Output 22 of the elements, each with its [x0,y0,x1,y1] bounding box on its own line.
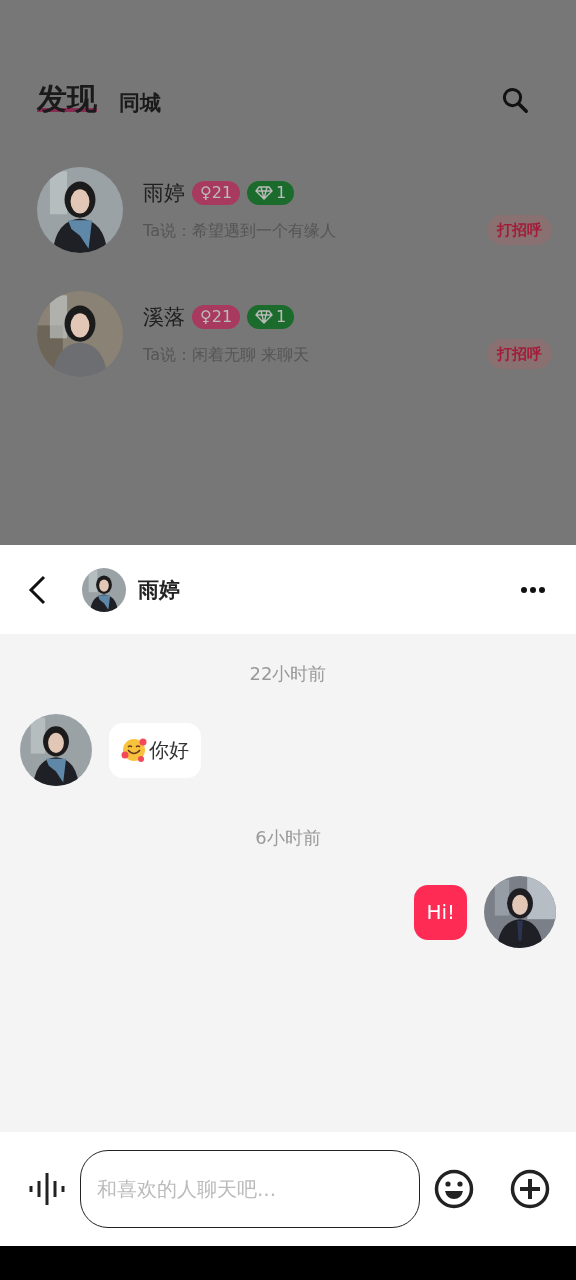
more-icon[interactable] [520,585,546,594]
timestamp: 22小时前 [249,662,327,686]
level-badge: 1 [247,304,295,329]
level-badge: 1 [247,180,295,205]
diamond-icon [255,185,274,200]
tab[interactable]: 发现 [37,82,97,115]
tab[interactable]: 同城 [119,91,161,115]
plus-icon[interactable] [510,1169,550,1209]
message-bubble: Hi! [414,884,467,940]
chat-title: 雨婷 [138,576,180,604]
message-input[interactable]: 和喜欢的人聊天吧... [80,1150,420,1228]
user-name: 溪落 [143,303,185,331]
user-name: 雨婷 [143,179,185,207]
search-icon[interactable] [500,85,530,115]
voice-icon[interactable] [28,1170,66,1208]
emoji-icon[interactable] [434,1169,474,1209]
smiley-hearts-icon [121,737,147,763]
age-badge: ♀21 [192,304,241,329]
diamond-icon [255,309,274,324]
timestamp: 6小时前 [255,826,321,850]
age-badge: ♀21 [192,180,241,205]
message-text: 你好 [149,736,189,764]
